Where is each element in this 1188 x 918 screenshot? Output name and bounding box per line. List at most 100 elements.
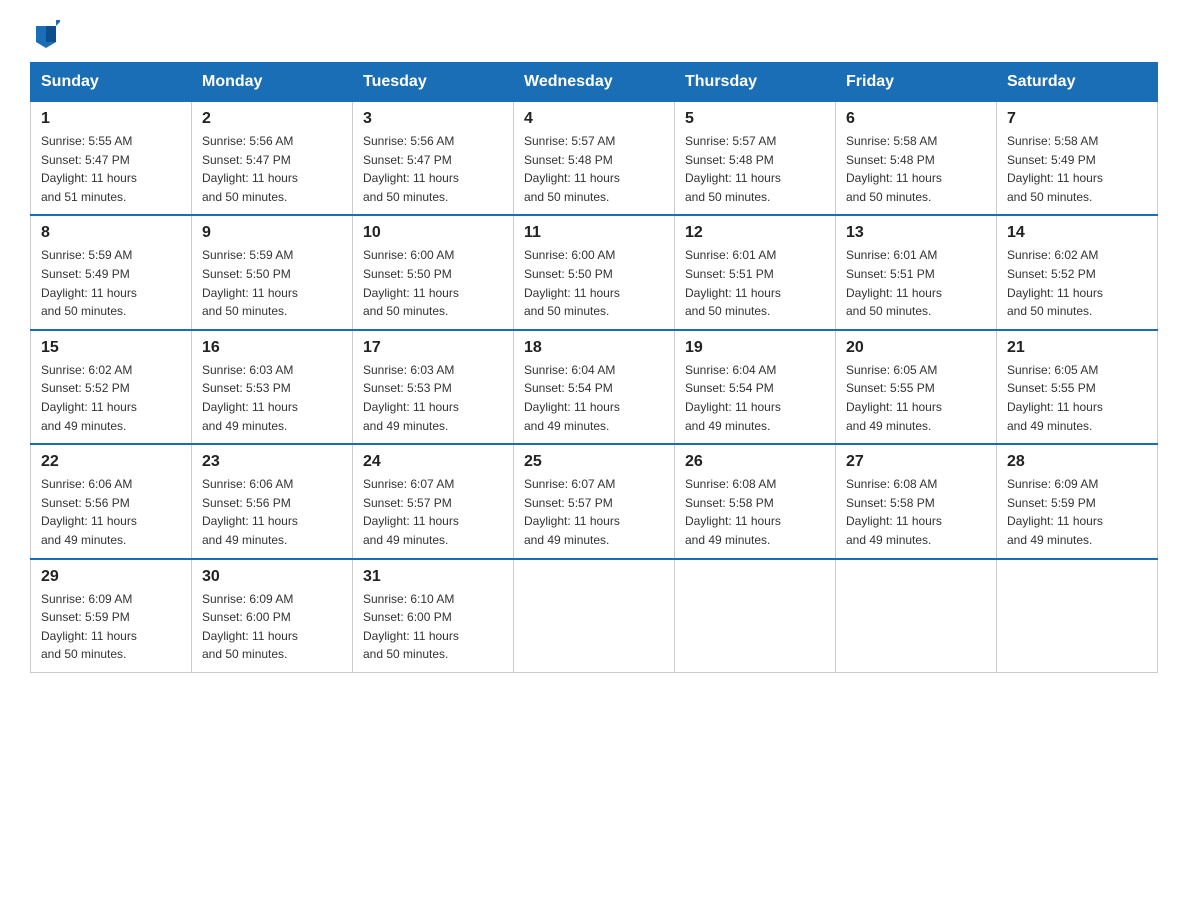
- day-number: 17: [363, 339, 503, 357]
- header-saturday: Saturday: [997, 63, 1158, 102]
- day-info: Sunrise: 6:06 AMSunset: 5:56 PMDaylight:…: [202, 477, 298, 547]
- day-number: 26: [685, 453, 825, 471]
- day-info: Sunrise: 6:02 AMSunset: 5:52 PMDaylight:…: [41, 363, 137, 433]
- day-info: Sunrise: 5:59 AMSunset: 5:50 PMDaylight:…: [202, 248, 298, 318]
- day-number: 5: [685, 110, 825, 128]
- calendar-cell: 3 Sunrise: 5:56 AMSunset: 5:47 PMDayligh…: [353, 102, 514, 216]
- calendar-cell: 30 Sunrise: 6:09 AMSunset: 6:00 PMDaylig…: [192, 559, 353, 673]
- calendar-week-row: 22 Sunrise: 6:06 AMSunset: 5:56 PMDaylig…: [31, 444, 1158, 558]
- day-number: 1: [41, 110, 181, 128]
- calendar-cell: 12 Sunrise: 6:01 AMSunset: 5:51 PMDaylig…: [675, 215, 836, 329]
- day-number: 31: [363, 568, 503, 586]
- calendar-cell: 15 Sunrise: 6:02 AMSunset: 5:52 PMDaylig…: [31, 330, 192, 444]
- day-number: 22: [41, 453, 181, 471]
- day-info: Sunrise: 5:56 AMSunset: 5:47 PMDaylight:…: [363, 134, 459, 204]
- day-info: Sunrise: 6:02 AMSunset: 5:52 PMDaylight:…: [1007, 248, 1103, 318]
- calendar-cell: 11 Sunrise: 6:00 AMSunset: 5:50 PMDaylig…: [514, 215, 675, 329]
- calendar-cell: [997, 559, 1158, 673]
- calendar-cell: 5 Sunrise: 5:57 AMSunset: 5:48 PMDayligh…: [675, 102, 836, 216]
- calendar-cell: 27 Sunrise: 6:08 AMSunset: 5:58 PMDaylig…: [836, 444, 997, 558]
- day-number: 19: [685, 339, 825, 357]
- day-info: Sunrise: 6:01 AMSunset: 5:51 PMDaylight:…: [846, 248, 942, 318]
- header-monday: Monday: [192, 63, 353, 102]
- day-info: Sunrise: 6:00 AMSunset: 5:50 PMDaylight:…: [363, 248, 459, 318]
- day-info: Sunrise: 5:58 AMSunset: 5:48 PMDaylight:…: [846, 134, 942, 204]
- day-info: Sunrise: 6:03 AMSunset: 5:53 PMDaylight:…: [202, 363, 298, 433]
- day-number: 20: [846, 339, 986, 357]
- calendar-cell: 31 Sunrise: 6:10 AMSunset: 6:00 PMDaylig…: [353, 559, 514, 673]
- calendar-cell: 13 Sunrise: 6:01 AMSunset: 5:51 PMDaylig…: [836, 215, 997, 329]
- day-number: 25: [524, 453, 664, 471]
- calendar-cell: 17 Sunrise: 6:03 AMSunset: 5:53 PMDaylig…: [353, 330, 514, 444]
- day-number: 12: [685, 224, 825, 242]
- calendar-cell: 26 Sunrise: 6:08 AMSunset: 5:58 PMDaylig…: [675, 444, 836, 558]
- calendar-cell: 21 Sunrise: 6:05 AMSunset: 5:55 PMDaylig…: [997, 330, 1158, 444]
- day-info: Sunrise: 5:57 AMSunset: 5:48 PMDaylight:…: [524, 134, 620, 204]
- calendar-cell: [514, 559, 675, 673]
- header-friday: Friday: [836, 63, 997, 102]
- day-number: 8: [41, 224, 181, 242]
- day-number: 30: [202, 568, 342, 586]
- calendar-cell: 28 Sunrise: 6:09 AMSunset: 5:59 PMDaylig…: [997, 444, 1158, 558]
- day-info: Sunrise: 6:01 AMSunset: 5:51 PMDaylight:…: [685, 248, 781, 318]
- day-info: Sunrise: 5:59 AMSunset: 5:49 PMDaylight:…: [41, 248, 137, 318]
- day-info: Sunrise: 6:10 AMSunset: 6:00 PMDaylight:…: [363, 592, 459, 662]
- header-thursday: Thursday: [675, 63, 836, 102]
- calendar-cell: 14 Sunrise: 6:02 AMSunset: 5:52 PMDaylig…: [997, 215, 1158, 329]
- header-wednesday: Wednesday: [514, 63, 675, 102]
- day-info: Sunrise: 6:09 AMSunset: 5:59 PMDaylight:…: [41, 592, 137, 662]
- day-info: Sunrise: 6:04 AMSunset: 5:54 PMDaylight:…: [524, 363, 620, 433]
- day-number: 24: [363, 453, 503, 471]
- calendar-table: SundayMondayTuesdayWednesdayThursdayFrid…: [30, 62, 1158, 673]
- calendar-cell: 7 Sunrise: 5:58 AMSunset: 5:49 PMDayligh…: [997, 102, 1158, 216]
- day-number: 13: [846, 224, 986, 242]
- day-number: 28: [1007, 453, 1147, 471]
- day-number: 16: [202, 339, 342, 357]
- header-tuesday: Tuesday: [353, 63, 514, 102]
- day-info: Sunrise: 6:05 AMSunset: 5:55 PMDaylight:…: [1007, 363, 1103, 433]
- calendar-cell: 18 Sunrise: 6:04 AMSunset: 5:54 PMDaylig…: [514, 330, 675, 444]
- calendar-week-row: 8 Sunrise: 5:59 AMSunset: 5:49 PMDayligh…: [31, 215, 1158, 329]
- calendar-cell: 20 Sunrise: 6:05 AMSunset: 5:55 PMDaylig…: [836, 330, 997, 444]
- header-sunday: Sunday: [31, 63, 192, 102]
- calendar-week-row: 1 Sunrise: 5:55 AMSunset: 5:47 PMDayligh…: [31, 102, 1158, 216]
- logo-icon: [32, 20, 60, 48]
- day-info: Sunrise: 5:56 AMSunset: 5:47 PMDaylight:…: [202, 134, 298, 204]
- logo: [30, 20, 60, 44]
- calendar-cell: [675, 559, 836, 673]
- calendar-cell: 2 Sunrise: 5:56 AMSunset: 5:47 PMDayligh…: [192, 102, 353, 216]
- day-number: 29: [41, 568, 181, 586]
- calendar-cell: 16 Sunrise: 6:03 AMSunset: 5:53 PMDaylig…: [192, 330, 353, 444]
- day-info: Sunrise: 6:08 AMSunset: 5:58 PMDaylight:…: [685, 477, 781, 547]
- day-info: Sunrise: 6:07 AMSunset: 5:57 PMDaylight:…: [524, 477, 620, 547]
- day-number: 15: [41, 339, 181, 357]
- calendar-cell: 19 Sunrise: 6:04 AMSunset: 5:54 PMDaylig…: [675, 330, 836, 444]
- day-number: 3: [363, 110, 503, 128]
- calendar-cell: 29 Sunrise: 6:09 AMSunset: 5:59 PMDaylig…: [31, 559, 192, 673]
- calendar-week-row: 29 Sunrise: 6:09 AMSunset: 5:59 PMDaylig…: [31, 559, 1158, 673]
- page-header: [30, 20, 1158, 44]
- calendar-cell: 9 Sunrise: 5:59 AMSunset: 5:50 PMDayligh…: [192, 215, 353, 329]
- day-info: Sunrise: 6:08 AMSunset: 5:58 PMDaylight:…: [846, 477, 942, 547]
- calendar-cell: 6 Sunrise: 5:58 AMSunset: 5:48 PMDayligh…: [836, 102, 997, 216]
- day-info: Sunrise: 5:57 AMSunset: 5:48 PMDaylight:…: [685, 134, 781, 204]
- day-number: 11: [524, 224, 664, 242]
- calendar-cell: 24 Sunrise: 6:07 AMSunset: 5:57 PMDaylig…: [353, 444, 514, 558]
- calendar-cell: [836, 559, 997, 673]
- day-number: 27: [846, 453, 986, 471]
- day-info: Sunrise: 6:05 AMSunset: 5:55 PMDaylight:…: [846, 363, 942, 433]
- day-number: 2: [202, 110, 342, 128]
- day-number: 18: [524, 339, 664, 357]
- day-info: Sunrise: 6:03 AMSunset: 5:53 PMDaylight:…: [363, 363, 459, 433]
- day-number: 6: [846, 110, 986, 128]
- day-number: 9: [202, 224, 342, 242]
- calendar-cell: 10 Sunrise: 6:00 AMSunset: 5:50 PMDaylig…: [353, 215, 514, 329]
- day-number: 14: [1007, 224, 1147, 242]
- day-info: Sunrise: 6:09 AMSunset: 6:00 PMDaylight:…: [202, 592, 298, 662]
- day-info: Sunrise: 6:09 AMSunset: 5:59 PMDaylight:…: [1007, 477, 1103, 547]
- day-info: Sunrise: 5:58 AMSunset: 5:49 PMDaylight:…: [1007, 134, 1103, 204]
- day-info: Sunrise: 5:55 AMSunset: 5:47 PMDaylight:…: [41, 134, 137, 204]
- calendar-cell: 23 Sunrise: 6:06 AMSunset: 5:56 PMDaylig…: [192, 444, 353, 558]
- calendar-cell: 22 Sunrise: 6:06 AMSunset: 5:56 PMDaylig…: [31, 444, 192, 558]
- day-number: 4: [524, 110, 664, 128]
